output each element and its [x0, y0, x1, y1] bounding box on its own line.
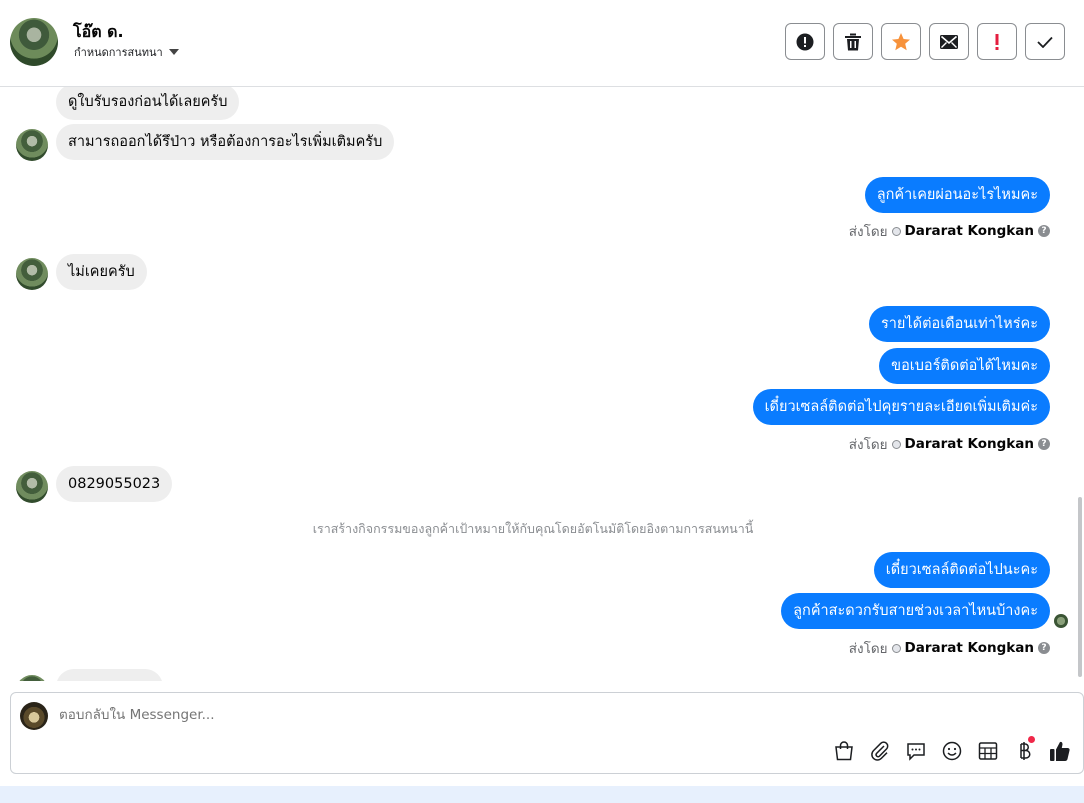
page-icon — [891, 643, 901, 653]
shopping-bag-icon — [834, 740, 853, 760]
assign-label: กำหนดการสนทนา — [74, 46, 163, 59]
baht-icon — [1019, 741, 1030, 760]
reply-input[interactable] — [59, 707, 659, 723]
delete-button[interactable] — [833, 23, 873, 60]
exclamation-icon — [995, 33, 999, 50]
contact-name[interactable]: โอ๊ต ด. — [73, 20, 124, 45]
chat-bubble-icon — [906, 742, 925, 761]
sent-by-prefix: ส่งโดย — [848, 437, 888, 453]
payment-button[interactable] — [1012, 736, 1035, 762]
chevron-down-icon — [168, 49, 179, 55]
help-icon[interactable]: ? — [1038, 642, 1050, 654]
outgoing-message: เดี๋ยวเซลล์ติดต่อไปคุยรายละเอียดเพิ่มเติ… — [752, 389, 1050, 425]
calendar-grid-icon — [978, 741, 997, 760]
thumbs-up-icon — [1049, 741, 1070, 761]
alert-circle-icon — [796, 33, 814, 50]
contact-avatar-small — [16, 471, 48, 503]
star-button[interactable] — [881, 23, 921, 60]
bottom-strip — [0, 786, 1084, 803]
mark-done-button[interactable] — [1025, 23, 1065, 60]
trash-icon — [845, 33, 861, 50]
contact-avatar-small — [16, 129, 48, 161]
envelope-icon — [940, 34, 958, 49]
help-icon[interactable]: ? — [1038, 438, 1050, 450]
attach-button[interactable] — [868, 739, 891, 762]
contact-avatar-small — [16, 258, 48, 290]
incoming-message: ดูใบรับรองก่อนได้เลยครับ — [56, 87, 240, 120]
agent-name[interactable]: Dararat Kongkan — [905, 223, 1034, 239]
outgoing-message: ลูกค้าเคยผ่อนอะไรไหมคะ — [864, 177, 1050, 213]
emoji-button[interactable] — [940, 739, 963, 762]
agent-name[interactable]: Dararat Kongkan — [905, 640, 1034, 656]
outgoing-message: เดี๋ยวเซลล์ติดต่อไปนะคะ — [873, 552, 1050, 588]
scrollbar[interactable] — [1078, 497, 1082, 677]
check-icon — [1037, 36, 1053, 48]
sent-by-line: ส่งโดย Dararat Kongkan ? — [849, 433, 1050, 455]
sent-by-line: ส่งโดย Dararat Kongkan ? — [849, 637, 1050, 659]
conversation-header: โอ๊ต ด. กำหนดการสนทนา — [0, 0, 1084, 87]
incoming-message-partial — [56, 669, 163, 681]
message-thread[interactable]: ดูใบรับรองก่อนได้เลยครับ สามารถออกได้รึป… — [0, 87, 1084, 681]
shop-button[interactable] — [832, 739, 855, 762]
seen-indicator-avatar — [1054, 614, 1068, 628]
sent-by-line: ส่งโดย Dararat Kongkan ? — [849, 220, 1050, 242]
like-button[interactable] — [1048, 739, 1071, 762]
smiley-icon — [942, 741, 961, 760]
saved-replies-button[interactable] — [904, 739, 927, 762]
outgoing-message: ลูกค้าสะดวกรับสายช่วงเวลาไหนบ้างคะ — [781, 593, 1050, 629]
outgoing-message: รายได้ต่อเดือนเท่าไหร่คะ — [868, 306, 1050, 342]
composer-toolbar — [832, 736, 1071, 762]
incoming-message: ไม่เคยครับ — [56, 254, 147, 290]
page-icon — [891, 226, 901, 236]
contact-avatar[interactable] — [10, 18, 58, 66]
outgoing-message: ขอเบอร์ติดต่อได้ไหมคะ — [879, 348, 1050, 384]
reply-composer — [10, 692, 1084, 774]
notification-dot — [1028, 736, 1035, 743]
page-avatar — [20, 702, 48, 730]
appointment-button[interactable] — [976, 739, 999, 762]
help-icon[interactable]: ? — [1038, 225, 1050, 237]
page-icon — [891, 439, 901, 449]
sent-by-prefix: ส่งโดย — [848, 224, 888, 240]
contact-avatar-small — [16, 675, 48, 681]
agent-name[interactable]: Dararat Kongkan — [905, 436, 1034, 452]
assign-conversation-dropdown[interactable]: กำหนดการสนทนา — [74, 43, 179, 61]
mark-follow-up-button[interactable] — [977, 23, 1017, 60]
incoming-message: 0829055023 — [56, 466, 173, 502]
sent-by-prefix: ส่งโดย — [848, 641, 888, 657]
report-spam-button[interactable] — [785, 23, 825, 60]
header-actions — [785, 23, 1065, 60]
paperclip-icon — [870, 740, 888, 761]
star-icon — [892, 32, 910, 50]
mark-unread-button[interactable] — [929, 23, 969, 60]
system-note: เราสร้างกิจกรรมของลูกค้าเป้าหมายให้กับคุ… — [312, 521, 754, 536]
incoming-message: สามารถออกได้รึป่าว หรือต้องการอะไรเพิ่มเ… — [56, 124, 395, 160]
